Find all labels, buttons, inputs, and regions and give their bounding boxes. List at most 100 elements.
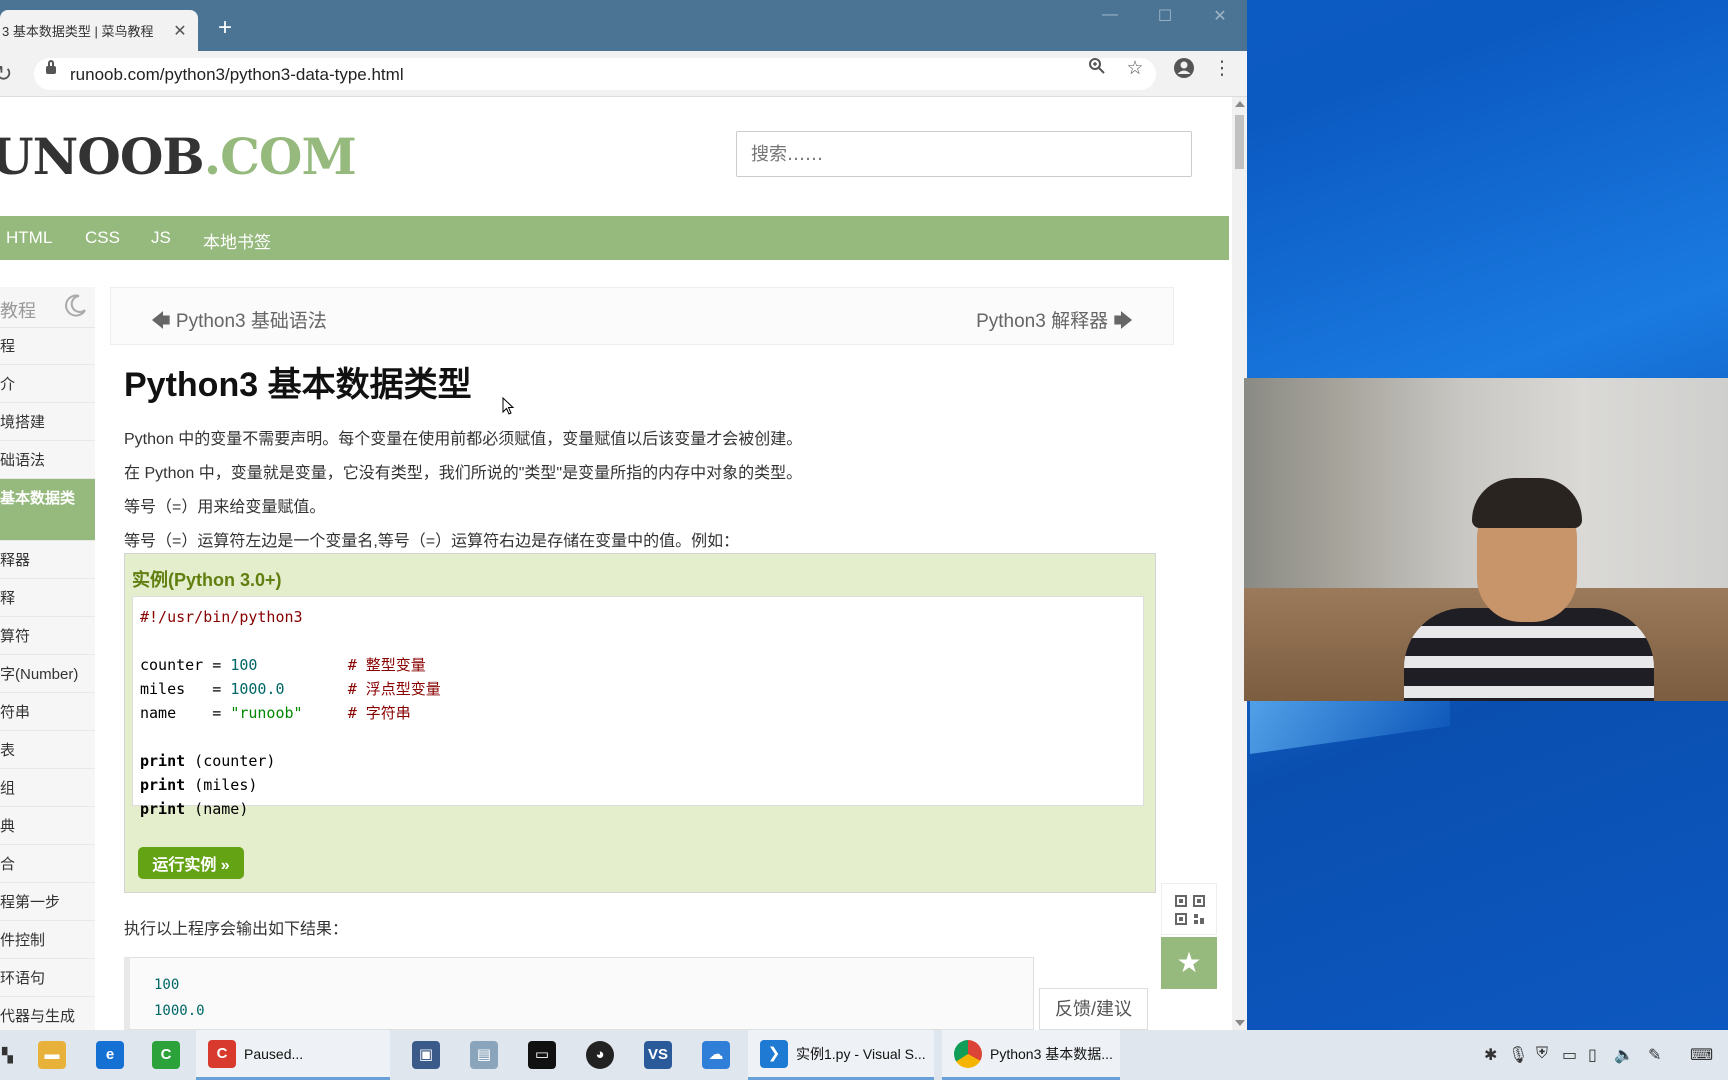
sidebar-item[interactable]: 环语句 xyxy=(0,959,95,997)
zoom-icon[interactable] xyxy=(1083,57,1111,81)
example-title: 实例(Python 3.0+) xyxy=(132,570,282,590)
code-arg: (name) xyxy=(185,800,249,818)
pen-icon[interactable]: ✎ xyxy=(1648,1045,1661,1065)
code-gap xyxy=(257,656,347,674)
sidebar-item[interactable]: 程 xyxy=(0,327,95,365)
sidebar-item[interactable]: 字(Number) xyxy=(0,655,95,693)
nav-item-js[interactable]: JS xyxy=(151,228,171,248)
taskbar: ▚ ▬ e C C Paused... ▣ ▤ ▭ ◕ VS ☁ ❯ 实例1.py … xyxy=(0,1030,1728,1080)
sidebar-item[interactable]: 介 xyxy=(0,365,95,403)
code-comment: # 整型变量 xyxy=(347,656,426,674)
paused-label: Paused... xyxy=(244,1045,304,1062)
microphone-icon[interactable]: 🎙 xyxy=(1508,1045,1528,1065)
visual-studio-taskbar-icon[interactable]: VS xyxy=(632,1030,684,1080)
image-viewer-taskbar-icon[interactable]: ▤ xyxy=(458,1030,510,1080)
sidebar-item[interactable]: 合 xyxy=(0,845,95,883)
close-window-button[interactable]: ✕ xyxy=(1200,6,1240,26)
nav-item-css[interactable]: CSS xyxy=(85,228,120,248)
page-viewport: UNOOB.COM HTML CSS JS 本地书签 教程 程 介 境搭建 础语… xyxy=(0,97,1232,1030)
code-arg: (counter) xyxy=(185,752,276,770)
feedback-button[interactable]: 反馈/建议 xyxy=(1039,988,1148,1030)
browser-tab[interactable]: 3 基本数据类型 | 菜鸟教程 ✕ xyxy=(0,10,198,51)
profile-icon[interactable] xyxy=(1170,57,1198,85)
paragraph: 在 Python 中，变量就是变量，它没有类型，我们所说的"类型"是变量所指的内… xyxy=(124,465,803,482)
new-tab-button[interactable]: + xyxy=(212,14,238,42)
code-op: = xyxy=(203,680,231,698)
code-shebang: #!/usr/bin/python3 xyxy=(140,608,303,626)
scroll-down-icon[interactable] xyxy=(1235,1020,1245,1026)
prev-next-nav: 🡄 Python3 基础语法 Python3 解释器 🡆 xyxy=(110,287,1174,345)
vscode-task[interactable]: ❯ 实例1.py - Visual S... xyxy=(748,1030,934,1080)
keyboard-icon[interactable]: ⌨ xyxy=(1690,1045,1713,1065)
scroll-thumb[interactable] xyxy=(1235,115,1244,169)
cloud-app-taskbar-icon[interactable]: ☁ xyxy=(690,1030,742,1080)
sidebar-item[interactable]: 符串 xyxy=(0,693,95,731)
bookmark-star-icon[interactable]: ☆ xyxy=(1121,57,1149,80)
site-search-input[interactable] xyxy=(736,131,1192,177)
next-link-label: Python3 解释器 xyxy=(976,311,1109,332)
code-keyword: print xyxy=(140,776,186,794)
sidebar-header: 教程 xyxy=(0,287,95,328)
sidebar-item[interactable]: 件控制 xyxy=(0,921,95,959)
code-keyword: print xyxy=(140,800,186,818)
volume-icon[interactable]: 🔈 xyxy=(1614,1045,1634,1065)
file-explorer-taskbar-icon[interactable]: ▬ xyxy=(26,1030,78,1080)
bluetooth-icon[interactable]: ✱ xyxy=(1484,1045,1497,1065)
sidebar-title: 教程 xyxy=(0,301,36,321)
menu-kebab-icon[interactable]: ⋮ xyxy=(1208,57,1236,80)
run-example-button[interactable]: 运行实例 » xyxy=(138,847,244,879)
sidebar-item[interactable]: 程第一步 xyxy=(0,883,95,921)
qq-taskbar-icon[interactable]: ◕ xyxy=(574,1030,626,1080)
paragraph: 等号（=）用来给变量赋值。 xyxy=(124,499,326,516)
qr-code-button[interactable] xyxy=(1161,883,1217,935)
maximize-button[interactable]: ☐ xyxy=(1145,6,1185,26)
article-content: 🡄 Python3 基础语法 Python3 解释器 🡆 Python3 基本数… xyxy=(110,287,1175,1030)
network-icon[interactable]: ▯ xyxy=(1588,1045,1597,1065)
tab-title: 3 基本数据类型 | 菜鸟教程 xyxy=(2,24,154,39)
scroll-up-icon[interactable] xyxy=(1235,101,1245,107)
battery-icon[interactable]: ▭ xyxy=(1562,1045,1577,1065)
code-block[interactable]: #!/usr/bin/python3 counter = 100 # 整型变量 … xyxy=(132,596,1144,818)
vscode-label: 实例1.py - Visual S... xyxy=(796,1045,926,1062)
code-value: "runoob" xyxy=(230,704,303,722)
sidebar-item[interactable]: 代器与生成 xyxy=(0,997,95,1030)
code-gap xyxy=(303,704,348,722)
sidebar-item[interactable]: 表 xyxy=(0,731,95,769)
reload-icon[interactable]: ↻ xyxy=(0,61,12,87)
edge-taskbar-icon[interactable]: e xyxy=(84,1030,136,1080)
code-op: = xyxy=(203,656,231,674)
security-icon[interactable]: ⛨ xyxy=(1536,1045,1548,1063)
qr-code-icon xyxy=(1175,895,1205,925)
nav-item-bookmarks[interactable]: 本地书签 xyxy=(203,228,271,253)
code-arg: (miles) xyxy=(185,776,258,794)
minimize-button[interactable]: — xyxy=(1090,6,1130,24)
sidebar-item[interactable]: 典 xyxy=(0,807,95,845)
arrow-right-icon: 🡆 xyxy=(1108,311,1133,332)
chrome-task[interactable]: Python3 基本数据... xyxy=(942,1030,1120,1080)
prev-link[interactable]: 🡄 Python3 基础语法 xyxy=(151,306,327,339)
address-bar[interactable]: runoob.com/python3/python3-data-type.htm… xyxy=(34,58,1156,90)
start-button[interactable]: ▚ xyxy=(0,1030,24,1080)
webcam-overlay xyxy=(1244,378,1728,701)
url-text[interactable]: runoob.com/python3/python3-data-type.htm… xyxy=(70,65,404,85)
sidebar-item[interactable]: 组 xyxy=(0,769,95,807)
sidebar-item[interactable]: 算符 xyxy=(0,617,95,655)
site-logo[interactable]: UNOOB.COM xyxy=(0,127,357,186)
output-line: 1000.0 xyxy=(154,1003,205,1019)
favorite-star-icon[interactable]: ★ xyxy=(1161,937,1217,989)
code-value: 1000.0 xyxy=(230,680,285,698)
dark-mode-moon-icon[interactable] xyxy=(62,293,88,319)
sidebar-item[interactable]: 释 xyxy=(0,579,95,617)
sidebar-item[interactable]: 境搭建 xyxy=(0,403,95,441)
paused-recorder-task[interactable]: C Paused... xyxy=(196,1030,390,1080)
sidebar-item-active[interactable]: 基本数据类 xyxy=(0,479,95,541)
terminal-taskbar-icon[interactable]: ▭ xyxy=(516,1030,568,1080)
example-block: 实例(Python 3.0+) #!/usr/bin/python3 count… xyxy=(124,553,1156,893)
nav-item-html[interactable]: HTML xyxy=(6,228,52,248)
network-app-taskbar-icon[interactable]: ▣ xyxy=(400,1030,452,1080)
next-link[interactable]: Python3 解释器 🡆 xyxy=(976,306,1133,339)
sidebar-item[interactable]: 础语法 xyxy=(0,441,95,479)
tab-close-icon[interactable]: ✕ xyxy=(170,21,190,41)
sidebar-item[interactable]: 释器 xyxy=(0,541,95,579)
camtasia-taskbar-icon[interactable]: C xyxy=(140,1030,192,1080)
